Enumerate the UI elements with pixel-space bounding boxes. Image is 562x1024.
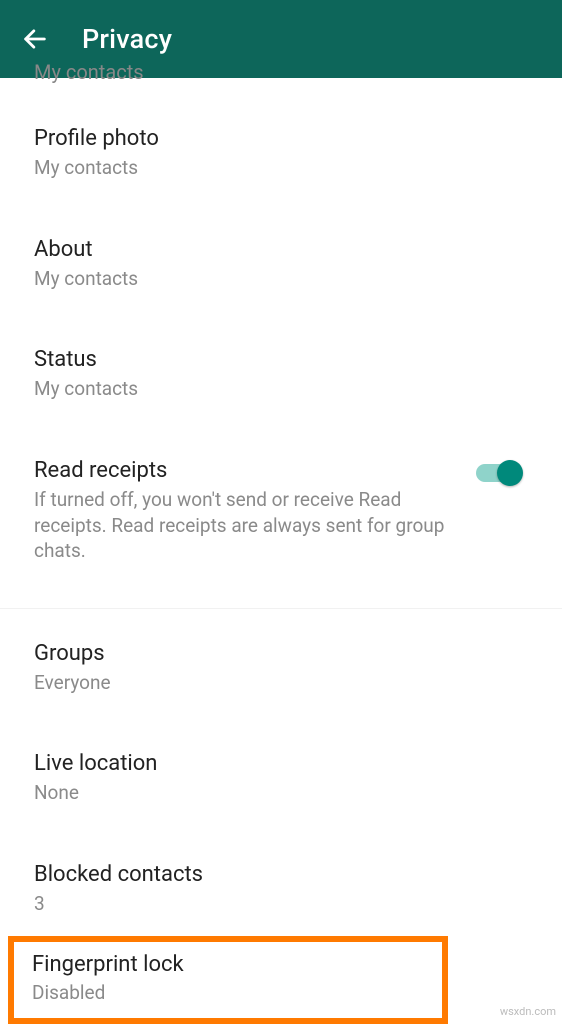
item-about[interactable]: About My contacts xyxy=(0,219,562,310)
item-title: About xyxy=(34,237,528,262)
item-description: If turned off, you won't send or receive… xyxy=(34,487,476,564)
item-title: Read receipts xyxy=(34,458,476,483)
item-value: Everyone xyxy=(34,670,528,696)
item-live-location[interactable]: Live location None xyxy=(0,733,562,824)
arrow-back-icon xyxy=(21,25,49,53)
item-value: My contacts xyxy=(34,376,528,402)
item-read-receipts[interactable]: Read receipts If turned off, you won't s… xyxy=(0,440,562,582)
item-title: Live location xyxy=(34,751,528,776)
page-title: Privacy xyxy=(82,23,172,55)
item-groups[interactable]: Groups Everyone xyxy=(0,623,562,714)
item-title: Blocked contacts xyxy=(34,862,528,887)
item-title: Groups xyxy=(34,641,528,666)
read-receipts-toggle[interactable] xyxy=(476,464,520,482)
item-title: Fingerprint lock xyxy=(32,952,424,977)
item-value: None xyxy=(34,780,528,806)
item-profile-photo[interactable]: Profile photo My contacts xyxy=(0,108,562,199)
watermark: wsxdn.com xyxy=(500,1005,556,1018)
cut-off-item-value: My contacts xyxy=(0,60,562,88)
item-value: Disabled xyxy=(32,981,424,1004)
item-status[interactable]: Status My contacts xyxy=(0,329,562,420)
item-blocked-contacts[interactable]: Blocked contacts 3 xyxy=(0,844,562,935)
settings-list: My contacts Profile photo My contacts Ab… xyxy=(0,78,562,1024)
item-value: My contacts xyxy=(34,155,528,181)
item-fingerprint-lock[interactable]: Fingerprint lock Disabled xyxy=(8,936,448,1024)
back-button[interactable] xyxy=(18,22,52,56)
item-title: Profile photo xyxy=(34,126,528,151)
item-value: 3 xyxy=(34,891,528,917)
item-title: Status xyxy=(34,347,528,372)
item-value: My contacts xyxy=(34,266,528,292)
